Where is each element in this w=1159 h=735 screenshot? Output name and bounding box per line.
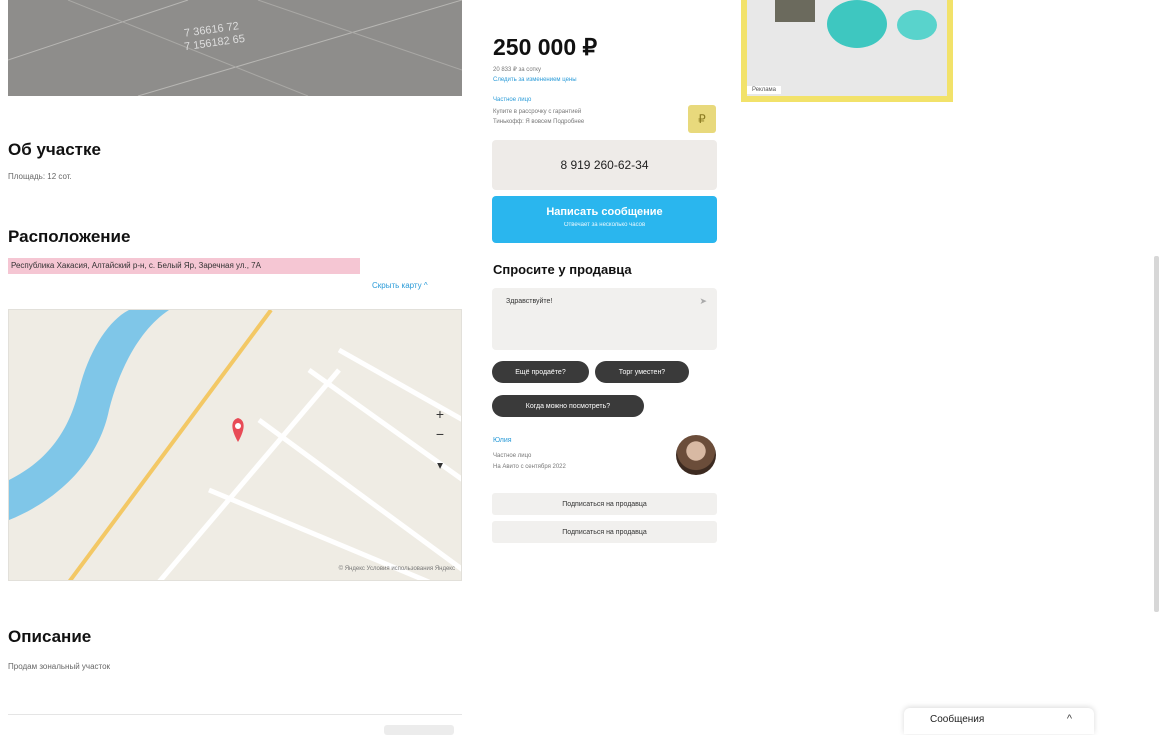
ad-banner[interactable]: Реклама [741, 0, 953, 102]
subscribe-seller-button[interactable]: Подписаться на продавца [492, 493, 717, 515]
contact-seller-button[interactable]: Подписаться на продавца [492, 521, 717, 543]
map-pin-icon[interactable] [232, 418, 244, 442]
quick-question-chip[interactable]: Когда можно посмотреть? [492, 395, 644, 417]
address: Республика Хакасия, Алтайский р-н, с. Бе… [8, 258, 360, 274]
price-history-link[interactable]: Следить за изменением цены [493, 76, 577, 84]
seller-kind: Частное лицо [493, 453, 532, 459]
locate-icon[interactable]: ▲ [431, 460, 449, 471]
ad-shape [897, 10, 937, 40]
zoom-out-button[interactable]: − [431, 426, 449, 442]
about-title: Об участке [8, 140, 101, 159]
seller-name[interactable]: Юлия [493, 437, 512, 444]
scrollbar[interactable] [1154, 256, 1159, 612]
ad-shape [827, 0, 887, 48]
map-canvas [9, 310, 461, 580]
map-copyright[interactable]: © Яндекс Условия использования Яндекс [339, 566, 455, 572]
ad-image [747, 0, 947, 96]
ask-input-text: Здравствуйте! [506, 298, 553, 305]
quick-question-chip[interactable]: Торг уместен? [595, 361, 689, 383]
quick-question-chip[interactable]: Ещё продаёте? [492, 361, 589, 383]
messenger-label: Сообщения [930, 714, 985, 725]
ad-mark: Реклама [747, 86, 781, 94]
seller-type: Частное лицо [493, 97, 532, 103]
listing-photo[interactable]: 7 36616 72 7 156182 65 [8, 0, 462, 96]
zoom-in-button[interactable]: + [431, 406, 449, 422]
streets [157, 347, 461, 580]
promo-badge-icon: ₽ [688, 105, 716, 133]
messenger-widget[interactable]: Сообщения ^ [904, 708, 1094, 734]
map[interactable]: + − ▲ © Яндекс Условия использования Янд… [8, 309, 462, 581]
bottom-actions [8, 714, 462, 735]
river [9, 310, 169, 520]
description-title: Описание [8, 627, 92, 646]
write-message-sub: Отвечает за несколько часов [563, 222, 646, 228]
show-phone-button[interactable]: 8 919 260-62-34 [492, 140, 717, 190]
area-label: Площадь: 12 сот. [8, 172, 72, 181]
toggle-map-link[interactable]: Скрыть карту ^ [372, 281, 428, 290]
photo-diagram-lines [8, 0, 462, 96]
ask-seller-title: Спросите у продавца [493, 262, 632, 277]
ask-seller-input[interactable]: Здравствуйте! ➤ [492, 288, 717, 350]
chevron-up-icon[interactable]: ^ [1067, 713, 1072, 725]
avatar[interactable] [676, 435, 716, 475]
ad-shape [775, 0, 815, 22]
description-text: Продам зональный участок [8, 662, 111, 671]
seller-since: На Авито с сентября 2022 [493, 464, 566, 470]
write-message-button[interactable]: Написать сообщение Отвечает за несколько… [492, 196, 717, 243]
write-message-label: Написать сообщение [546, 206, 663, 218]
location-title: Расположение [8, 227, 131, 246]
send-icon[interactable]: ➤ [699, 296, 707, 307]
price-per-unit: 20 833 ₽ за сотку [493, 67, 541, 73]
seller-note-1: Купите в рассрочку с гарантией [493, 109, 582, 115]
price: 250 000 ₽ [493, 34, 598, 60]
seller-note-2[interactable]: Тинькофф: Я вовсем Подробнее [493, 118, 584, 126]
